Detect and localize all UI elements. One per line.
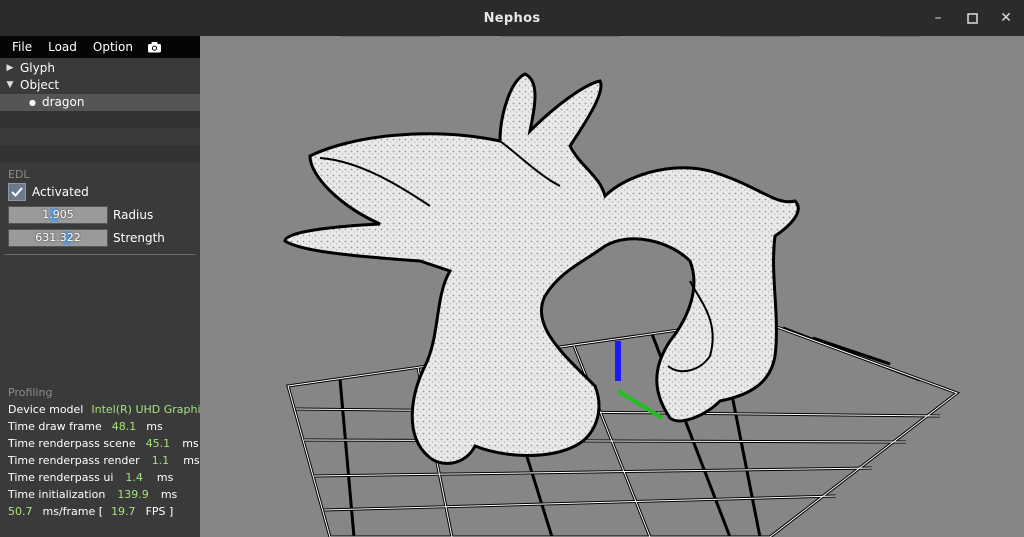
profiling-frame-row: 50.7 ms/frame [ 19.7 FPS ] (0, 503, 200, 520)
radius-slider[interactable]: 1.905 (8, 205, 108, 224)
screenshot-button[interactable] (141, 41, 168, 53)
ui-unit: ms (156, 471, 174, 484)
ui-label: Time renderpass ui (8, 471, 114, 484)
menu-file[interactable]: File (4, 36, 40, 58)
ui-value: 1.4 (125, 471, 143, 484)
profiling-draw-row: Time draw frame 48.1 ms (0, 418, 200, 435)
strength-slider[interactable]: 631.322 (8, 228, 108, 247)
collapsed-arrow-icon: ▶ (6, 63, 14, 73)
init-label: Time initialization (8, 488, 106, 501)
tree-node-glyph[interactable]: ▶ Glyph (0, 60, 200, 77)
profiling-ui-row: Time renderpass ui 1.4 ms (0, 469, 200, 486)
menu-option[interactable]: Option (85, 36, 141, 58)
3d-viewport[interactable] (200, 36, 1024, 537)
fps-value: 19.7 (111, 505, 136, 518)
checkmark-icon (11, 187, 23, 197)
profiling-render-row: Time renderpass render 1.1 ms (0, 452, 200, 469)
tree-empty-row (0, 111, 200, 128)
tree-node-object[interactable]: ▼ Object (0, 77, 200, 94)
activated-label: Activated (32, 185, 89, 199)
floor-grid (286, 36, 961, 537)
draw-label: Time draw frame (8, 420, 102, 433)
expanded-arrow-icon: ▼ (6, 80, 14, 90)
radius-label: Radius (113, 207, 154, 222)
scene-unit: ms (182, 437, 199, 450)
bullet-icon: ● (29, 98, 36, 107)
render-unit: ms (183, 454, 200, 467)
init-value: 139.9 (117, 488, 149, 501)
activated-checkbox[interactable] (8, 183, 26, 201)
strength-value: 631.322 (35, 230, 81, 244)
section-edl: EDL (8, 168, 30, 181)
maximize-button[interactable] (955, 0, 989, 36)
menu-bar: File Load Option (0, 36, 200, 58)
title-bar: Nephos – ✕ (0, 0, 1024, 36)
radius-row: 1.905 Radius (0, 203, 200, 226)
tree-label-glyph: Glyph (20, 61, 55, 75)
menu-load[interactable]: Load (40, 36, 85, 58)
profiling-init-row: Time initialization 139.9 ms (0, 486, 200, 503)
section-profiling: Profiling (8, 386, 53, 399)
tree-node-dragon[interactable]: ● dragon (0, 94, 200, 111)
draw-value: 48.1 (111, 420, 137, 433)
scene-label: Time renderpass scene (8, 437, 136, 450)
dragon-model[interactable] (283, 72, 800, 465)
sidebar: File Load Option ▶ Glyph ▼ Object ● drag… (0, 36, 212, 537)
close-button[interactable]: ✕ (989, 0, 1023, 36)
strength-label: Strength (113, 230, 165, 245)
minimize-button[interactable]: – (921, 0, 955, 36)
fps-label: FPS ] (145, 505, 174, 518)
tree-label-object: Object (20, 78, 60, 92)
frame-ms-label: ms/frame [ (42, 505, 104, 518)
profiling-device-row: Device model Intel(R) UHD Graphics (0, 401, 212, 418)
window-title: Nephos (483, 10, 541, 26)
radius-value: 1.905 (42, 207, 74, 221)
viewport-scene[interactable] (200, 36, 1024, 537)
strength-row: 631.322 Strength (0, 226, 200, 249)
scene-value: 45.1 (145, 437, 171, 450)
frame-ms-value: 50.7 (8, 505, 33, 518)
render-label: Time renderpass render (8, 454, 140, 467)
axis-gizmo (615, 341, 664, 420)
tree-empty-row (0, 128, 200, 145)
camera-icon (147, 42, 161, 53)
activated-row: Activated (0, 181, 200, 203)
init-unit: ms (160, 488, 178, 501)
draw-unit: ms (146, 420, 163, 433)
maximize-icon (966, 12, 978, 24)
tree-empty-row (0, 145, 200, 162)
profiling-scene-row: Time renderpass scene 45.1 ms (0, 435, 200, 452)
render-value: 1.1 (151, 454, 170, 467)
tree-label-dragon: dragon (42, 95, 85, 109)
device-label: Device model (8, 403, 84, 416)
device-value: Intel(R) UHD Graphics (91, 403, 213, 416)
